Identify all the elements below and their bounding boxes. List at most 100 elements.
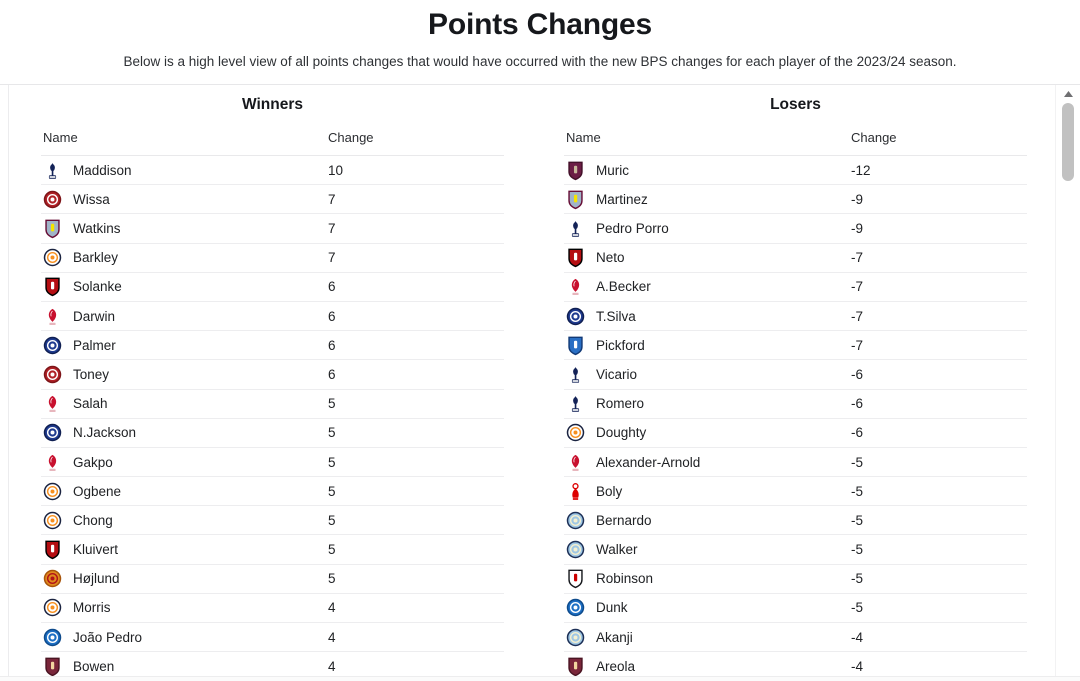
table-row[interactable]: Pedro Porro -9 bbox=[564, 213, 1027, 244]
player-name-label: Walker bbox=[596, 542, 638, 558]
table-row[interactable]: Pickford -7 bbox=[564, 330, 1027, 361]
cell-points-change: -4 bbox=[849, 651, 1027, 678]
man-city-crest-icon bbox=[566, 510, 585, 531]
content-scroll-frame: Winners Name Change Maddison 10 Wissa 7 Watkins… bbox=[0, 84, 1080, 681]
table-row[interactable]: Martinez -9 bbox=[564, 184, 1027, 215]
column-header-name[interactable]: Name bbox=[564, 130, 849, 157]
table-row[interactable]: Solanke 6 bbox=[41, 272, 504, 302]
cell-points-change: -12 bbox=[849, 155, 1027, 186]
table-row[interactable]: Robinson -5 bbox=[564, 564, 1027, 594]
table-row[interactable]: Doughty -6 bbox=[564, 418, 1027, 448]
table-row[interactable]: Ogbene 5 bbox=[41, 476, 504, 507]
player-name-label: Kluivert bbox=[73, 542, 119, 558]
table-row[interactable]: Dunk -5 bbox=[564, 593, 1027, 624]
table-row[interactable]: Romero -6 bbox=[564, 389, 1027, 419]
man-city-crest-icon bbox=[566, 539, 585, 560]
cell-points-change: -5 bbox=[849, 593, 1027, 624]
nottingham-forest-crest-icon bbox=[566, 481, 585, 502]
player-name-label: Darwin bbox=[73, 308, 116, 324]
player-identity: Bernardo bbox=[566, 510, 849, 531]
column-header-change[interactable]: Change bbox=[326, 130, 504, 157]
chelsea-crest-icon bbox=[43, 335, 62, 356]
table-row[interactable]: Areola -4 bbox=[564, 651, 1027, 678]
chelsea-crest-icon bbox=[43, 422, 62, 443]
cell-player-name: N.Jackson bbox=[41, 418, 326, 448]
player-identity: Wissa bbox=[43, 189, 326, 210]
column-winners: Winners Name Change Maddison 10 Wissa 7 Watkins… bbox=[9, 85, 532, 678]
player-identity: Toney bbox=[43, 364, 326, 385]
cell-player-name: Doughty bbox=[564, 418, 849, 448]
cell-points-change: -5 bbox=[849, 476, 1027, 507]
table-row[interactable]: Darwin 6 bbox=[41, 301, 504, 332]
player-identity: Barkley bbox=[43, 247, 326, 268]
column-losers: Losers Name Change Muric -12 Martinez -9 Pedro … bbox=[532, 85, 1055, 678]
vertical-scroll-track[interactable] bbox=[1062, 103, 1074, 673]
table-row[interactable]: Boly -5 bbox=[564, 476, 1027, 507]
cell-player-name: Neto bbox=[564, 243, 849, 273]
caret-up-icon[interactable] bbox=[1056, 87, 1080, 101]
table-row[interactable]: Vicario -6 bbox=[564, 359, 1027, 390]
man-utd-crest-icon bbox=[43, 568, 62, 589]
table-row[interactable]: Bowen 4 bbox=[41, 651, 504, 678]
cell-points-change: 7 bbox=[326, 213, 504, 244]
cell-player-name: Højlund bbox=[41, 564, 326, 594]
page-subtitle: Below is a high level view of all points… bbox=[123, 53, 957, 69]
table-row[interactable]: Maddison 10 bbox=[41, 155, 504, 186]
cell-player-name: Chong bbox=[41, 505, 326, 536]
table-row[interactable]: A.Becker -7 bbox=[564, 272, 1027, 302]
column-header-change[interactable]: Change bbox=[849, 130, 1027, 157]
table-row[interactable]: Kluivert 5 bbox=[41, 534, 504, 565]
table-row[interactable]: Salah 5 bbox=[41, 389, 504, 419]
player-name-label: Alexander-Arnold bbox=[596, 454, 701, 470]
tottenham-crest-icon bbox=[566, 364, 585, 385]
player-identity: Bowen bbox=[43, 656, 326, 677]
player-name-label: Muric bbox=[596, 162, 629, 178]
vertical-scrollbar[interactable] bbox=[1055, 85, 1080, 678]
player-identity: Walker bbox=[566, 539, 849, 560]
table-row[interactable]: Bernardo -5 bbox=[564, 505, 1027, 536]
table-row[interactable]: Toney 6 bbox=[41, 359, 504, 390]
player-name-label: Palmer bbox=[73, 337, 116, 353]
player-name-label: Chong bbox=[73, 512, 113, 528]
table-row[interactable]: Palmer 6 bbox=[41, 330, 504, 361]
table-row[interactable]: Watkins 7 bbox=[41, 213, 504, 244]
cell-player-name: Palmer bbox=[41, 330, 326, 361]
player-name-label: Doughty bbox=[596, 425, 647, 441]
cell-points-change: 6 bbox=[326, 301, 504, 332]
player-identity: Morris bbox=[43, 597, 326, 618]
table-row[interactable]: Walker -5 bbox=[564, 534, 1027, 565]
luton-crest-icon bbox=[43, 481, 62, 502]
table-row[interactable]: Akanji -4 bbox=[564, 622, 1027, 653]
table-row[interactable]: Neto -7 bbox=[564, 243, 1027, 273]
column-header-name[interactable]: Name bbox=[41, 130, 326, 157]
table-row[interactable]: Chong 5 bbox=[41, 505, 504, 536]
table-row[interactable]: João Pedro 4 bbox=[41, 622, 504, 653]
cell-player-name: Bernardo bbox=[564, 505, 849, 536]
cell-player-name: Romero bbox=[564, 389, 849, 419]
table-row[interactable]: Barkley 7 bbox=[41, 243, 504, 273]
player-identity: Watkins bbox=[43, 218, 326, 239]
tottenham-crest-icon bbox=[566, 218, 585, 239]
table-row[interactable]: Gakpo 5 bbox=[41, 447, 504, 478]
vertical-scroll-thumb[interactable] bbox=[1062, 103, 1074, 182]
horizontal-scrollbar[interactable] bbox=[0, 676, 1080, 681]
player-identity: Robinson bbox=[566, 568, 849, 589]
table-row[interactable]: T.Silva -7 bbox=[564, 301, 1027, 332]
player-name-label: Morris bbox=[73, 600, 111, 616]
cell-player-name: Alexander-Arnold bbox=[564, 447, 849, 478]
table-row[interactable]: Muric -12 bbox=[564, 155, 1027, 186]
table-row[interactable]: Højlund 5 bbox=[41, 564, 504, 594]
table-row[interactable]: Morris 4 bbox=[41, 593, 504, 624]
table-row[interactable]: Wissa 7 bbox=[41, 184, 504, 215]
cell-player-name: T.Silva bbox=[564, 301, 849, 332]
table-row[interactable]: N.Jackson 5 bbox=[41, 418, 504, 448]
player-name-label: Martinez bbox=[596, 191, 648, 207]
luton-crest-icon bbox=[43, 510, 62, 531]
cell-points-change: -5 bbox=[849, 564, 1027, 594]
player-name-label: T.Silva bbox=[596, 308, 636, 324]
table-row[interactable]: Alexander-Arnold -5 bbox=[564, 447, 1027, 478]
cell-points-change: 6 bbox=[326, 272, 504, 302]
cell-player-name: Robinson bbox=[564, 564, 849, 594]
page-title: Points Changes bbox=[428, 8, 652, 41]
burnley-crest-icon bbox=[566, 160, 585, 181]
